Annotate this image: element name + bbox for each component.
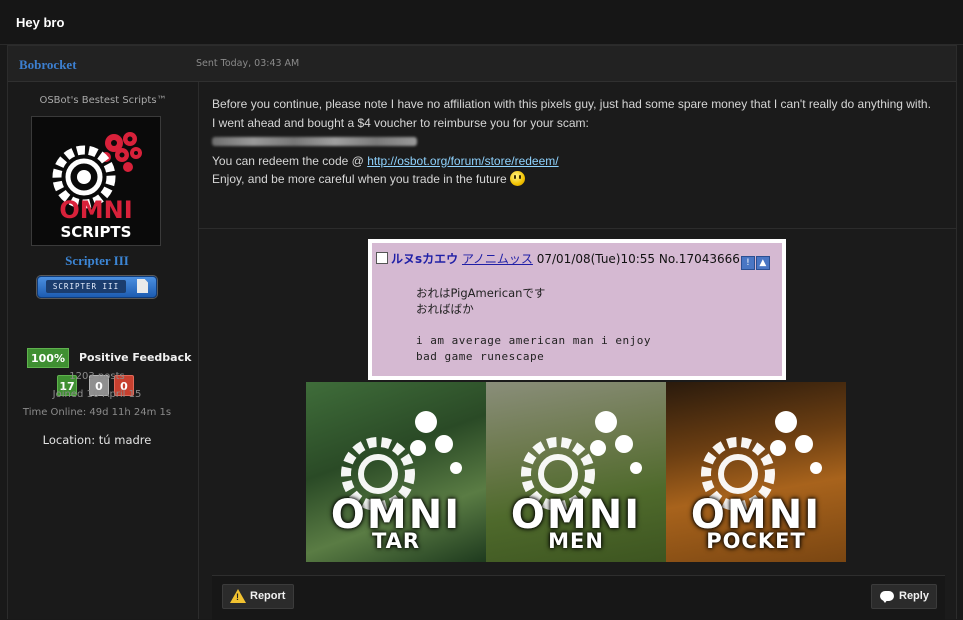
post-subject: ルヌsカエウ bbox=[391, 252, 459, 266]
speech-bubble-icon bbox=[880, 591, 894, 603]
member-location: Location: tú madre bbox=[42, 433, 152, 447]
poster-name: アノニムッス bbox=[461, 252, 533, 266]
imageboard-post: ルヌsカエウ アノニムッス 07/01/08(Tue)10:55 No.1704… bbox=[372, 243, 782, 376]
embedded-screenshot: ルヌsカエウ アノニムッス 07/01/08(Tue)10:55 No.1704… bbox=[368, 239, 786, 380]
message-line: You can redeem the code @ http://osbot.o… bbox=[212, 152, 932, 171]
redeem-text: You can redeem the code @ bbox=[212, 153, 368, 168]
avatar[interactable]: OMNI SCRIPTS bbox=[31, 116, 161, 246]
member-rank: Scripter III bbox=[65, 253, 129, 268]
member-title: OSBot's Bestest Scripts™ bbox=[39, 95, 167, 106]
body-line: bad game runescape bbox=[416, 350, 545, 363]
banner-subtitle: MEN bbox=[548, 529, 604, 553]
reply-button[interactable]: Reply bbox=[871, 584, 937, 609]
banner-pocket: OMNI POCKET bbox=[666, 382, 846, 562]
post-actions-bar: Report Reply bbox=[212, 575, 945, 620]
imageboard-post-header: ルヌsカエウ アノニムッス 07/01/08(Tue)10:55 No.1704… bbox=[376, 250, 770, 270]
reply-label: Reply bbox=[899, 590, 929, 602]
svg-text:OMNI: OMNI bbox=[59, 196, 132, 224]
author-name-link[interactable]: Bobrocket bbox=[19, 57, 77, 73]
exclamation-icon: ! bbox=[740, 256, 755, 270]
message-line: Before you continue, please note I have … bbox=[212, 97, 931, 111]
arrow-up-icon: ▲ bbox=[755, 256, 770, 270]
feedback-label[interactable]: Positive Feedback bbox=[79, 351, 191, 364]
script-banners: OMNI TAR OMNI MEN OMNI POCKET bbox=[306, 382, 846, 562]
post-content: Before you continue, please note I have … bbox=[199, 82, 956, 620]
rank-badge-label: SCRIPTER III bbox=[46, 280, 126, 293]
svg-text:SCRIPTS: SCRIPTS bbox=[61, 223, 132, 241]
rank-badge: SCRIPTER III bbox=[37, 276, 157, 298]
report-label: Report bbox=[250, 590, 286, 602]
post-meta: 07/01/08(Tue)10:55 No.17043666 bbox=[536, 252, 740, 266]
post-count: 1203 posts bbox=[69, 371, 125, 382]
topic-header: Hey bro bbox=[0, 0, 963, 45]
post-timestamp: Sent Today, 03:43 AM bbox=[196, 58, 300, 69]
omni-scripts-logo: OMNI SCRIPTS bbox=[32, 117, 160, 245]
post-header: Bobrocket Sent Today, 03:43 AM bbox=[8, 46, 956, 82]
message-line: Enjoy, and be more careful when you trad… bbox=[212, 170, 932, 189]
report-button[interactable]: Report bbox=[222, 584, 294, 609]
post-container: Bobrocket Sent Today, 03:43 AM OSBot's B… bbox=[7, 45, 957, 620]
join-date: Joined 10-April 15 bbox=[52, 389, 142, 400]
banner-subtitle: POCKET bbox=[706, 529, 806, 553]
feedback-percent[interactable]: 100% bbox=[27, 348, 69, 368]
time-online: Time Online: 49d 11h 24m 1s bbox=[22, 407, 172, 418]
body-line: i am average american man i enjoy bbox=[416, 334, 652, 347]
banner-subtitle: TAR bbox=[371, 529, 421, 553]
body-line: おればばか bbox=[416, 302, 474, 316]
imageboard-post-body: おれはPigAmericanです おればばか i am average amer… bbox=[416, 285, 651, 365]
post-body: Before you continue, please note I have … bbox=[212, 95, 932, 189]
author-sidebar: OSBot's Bestest Scripts™ OMNI SCRIPTS Sc… bbox=[8, 82, 199, 619]
banner-men: OMNI MEN bbox=[486, 382, 666, 562]
checkbox-icon bbox=[376, 252, 388, 264]
banner-tar: OMNI TAR bbox=[306, 382, 486, 562]
redeem-link[interactable]: http://osbot.org/forum/store/redeem/ bbox=[367, 154, 558, 168]
smiley-icon bbox=[509, 171, 525, 186]
divider bbox=[199, 228, 956, 229]
closing-text: Enjoy, and be more careful when you trad… bbox=[212, 172, 507, 186]
warning-icon bbox=[230, 589, 246, 603]
topic-title: Hey bro bbox=[16, 15, 65, 30]
document-icon bbox=[137, 279, 148, 293]
body-line: おれはPigAmericanです bbox=[416, 286, 546, 300]
redacted-voucher-code bbox=[212, 132, 932, 152]
message-line: I went ahead and bought a $4 voucher to … bbox=[212, 115, 589, 130]
